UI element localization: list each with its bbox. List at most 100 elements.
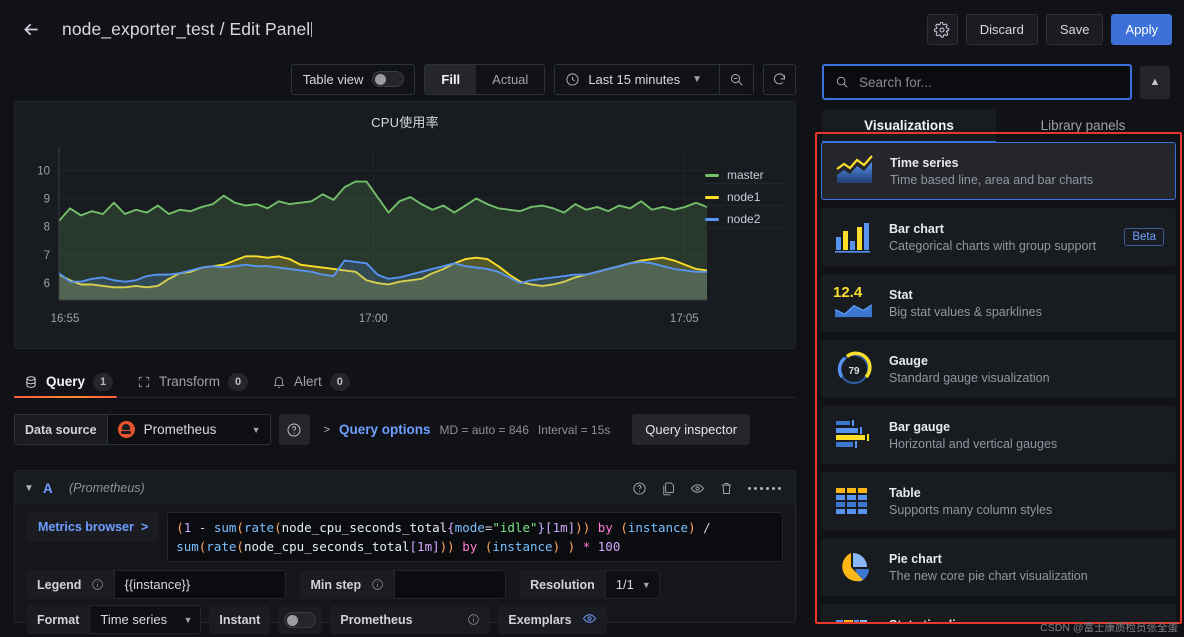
search-field[interactable] bbox=[822, 64, 1132, 100]
legend-swatch-node1 bbox=[705, 196, 719, 199]
time-range-picker[interactable]: Last 15 minutes ▼ bbox=[554, 64, 754, 95]
visualization-panel[interactable]: CPU使用率 67891016:5517:0017:05 master node… bbox=[14, 101, 796, 349]
promql-expression-input[interactable]: (1 - sum(rate(node_cpu_seconds_total{mod… bbox=[167, 512, 783, 562]
panel-toolbar: Table view Fill Actual Last 15 minutes ▼ bbox=[14, 58, 796, 100]
actual-option[interactable]: Actual bbox=[476, 64, 544, 95]
timeseries-chart: 67891016:5517:0017:05 bbox=[15, 131, 797, 336]
discard-button[interactable]: Discard bbox=[966, 14, 1038, 45]
query-inspector-button[interactable]: Query inspector bbox=[632, 414, 750, 445]
resolution-select[interactable]: 1/1 ▼ bbox=[605, 570, 660, 599]
legend-item[interactable]: node2 bbox=[705, 211, 787, 228]
legend-label: Legend bbox=[27, 570, 114, 599]
gauge-icon: 79 bbox=[833, 351, 877, 387]
query-options-expander[interactable]: > Query options MD = auto = 846 Interval… bbox=[324, 422, 611, 437]
viz-icon: 79 bbox=[833, 351, 877, 387]
y-axis-tick: 6 bbox=[44, 278, 50, 290]
switch-knob bbox=[287, 615, 298, 626]
table-view-switch[interactable] bbox=[372, 71, 404, 87]
info-circle-icon[interactable] bbox=[91, 578, 104, 591]
back-button[interactable] bbox=[8, 9, 54, 49]
table-view-label: Table view bbox=[303, 72, 364, 87]
table-view-toggle-group[interactable]: Table view bbox=[291, 64, 416, 95]
datasource-value: Prometheus bbox=[144, 422, 243, 437]
viz-description: Categorical charts with group support bbox=[889, 239, 1112, 253]
tab-query[interactable]: Query 1 bbox=[14, 366, 127, 397]
sidebar-search-row: ▲ bbox=[808, 58, 1184, 100]
query-row-actions bbox=[632, 481, 795, 496]
tab-transform[interactable]: Transform 0 bbox=[127, 366, 262, 397]
chevron-right-icon: > bbox=[141, 520, 148, 534]
fill-actual-options: Fill Actual bbox=[425, 64, 544, 95]
query-help-button[interactable] bbox=[632, 481, 647, 496]
legend-item[interactable]: master bbox=[705, 167, 787, 184]
search-input[interactable] bbox=[859, 75, 1119, 90]
viz-option-table[interactable]: TableSupports many column styles bbox=[821, 472, 1176, 530]
legend-swatch-master bbox=[705, 174, 719, 177]
zoom-out-button[interactable] bbox=[719, 64, 753, 95]
switch-knob bbox=[375, 74, 386, 85]
instant-switch[interactable] bbox=[278, 605, 322, 634]
format-select[interactable]: Time series ▼ bbox=[89, 605, 201, 634]
legend-item[interactable]: node1 bbox=[705, 189, 787, 206]
top-bar: node_exporter_test / Edit Panel Discard … bbox=[0, 0, 1184, 58]
clock-icon bbox=[565, 72, 580, 87]
breadcrumb-page: Edit Panel bbox=[230, 19, 311, 39]
hide-query-button[interactable] bbox=[690, 481, 705, 496]
viz-option-gauge[interactable]: 79GaugeStandard gauge visualization bbox=[821, 340, 1176, 398]
format-label: Format bbox=[27, 605, 89, 634]
editor-tabs: Query 1 Transform 0 Alert 0 bbox=[14, 366, 796, 398]
info-circle-icon[interactable] bbox=[467, 613, 480, 626]
top-bar-actions: Discard Save Apply bbox=[927, 14, 1172, 45]
arrow-left-icon bbox=[21, 19, 42, 40]
save-button[interactable]: Save bbox=[1046, 14, 1104, 45]
tab-alert[interactable]: Alert 0 bbox=[262, 366, 364, 397]
legend-input[interactable]: {{instance}} bbox=[114, 570, 286, 599]
stat-icon: 12.4 bbox=[833, 285, 877, 321]
viz-name: Stat bbox=[889, 288, 1164, 302]
collapse-sidebar-button[interactable]: ▲ bbox=[1140, 66, 1170, 99]
chevron-down-icon[interactable]: ▼ bbox=[15, 483, 43, 494]
viz-option-bar-chart[interactable]: Bar chartCategorical charts with group s… bbox=[821, 208, 1176, 266]
tab-count: 0 bbox=[330, 373, 350, 391]
min-step-input[interactable] bbox=[394, 570, 506, 599]
viz-texts: Stat Big stat values & sparklines bbox=[889, 288, 1164, 319]
x-axis-tick: 16:55 bbox=[51, 313, 80, 325]
viz-option-bar-gauge[interactable]: Bar gaugeHorizontal and vertical gauges bbox=[821, 406, 1176, 464]
duplicate-query-button[interactable] bbox=[661, 481, 676, 496]
chevron-right-icon: > bbox=[324, 424, 330, 436]
query-editor-card: ▼ A (Prometheus) bbox=[14, 470, 796, 623]
viz-option-pie-chart[interactable]: Pie chartThe new core pie chart visualiz… bbox=[821, 538, 1176, 596]
panel-settings-button[interactable] bbox=[927, 14, 958, 45]
exemplars-eye-wrap bbox=[582, 611, 597, 629]
resolution-label: Resolution bbox=[520, 570, 605, 599]
delete-query-button[interactable] bbox=[719, 481, 734, 496]
viz-description: Standard gauge visualization bbox=[889, 371, 1164, 385]
apply-button[interactable]: Apply bbox=[1111, 14, 1172, 45]
help-circle-icon bbox=[286, 422, 302, 438]
tab-label: Query bbox=[46, 374, 85, 389]
refresh-button[interactable] bbox=[763, 64, 796, 95]
exemplars-toggle[interactable]: Exemplars bbox=[498, 605, 606, 634]
page-title[interactable]: node_exporter_test / Edit Panel bbox=[62, 19, 312, 40]
info-circle-icon[interactable] bbox=[371, 578, 384, 591]
query-ref-id[interactable]: A bbox=[43, 481, 69, 496]
plot-area[interactable]: 67891016:5517:0017:05 master node1 node2 bbox=[15, 131, 797, 336]
resolution-value: 1/1 bbox=[616, 577, 634, 592]
format-instant-row: Format Time series ▼ Instant Prometheus … bbox=[27, 605, 783, 634]
viz-description: Big stat values & sparklines bbox=[889, 305, 1164, 319]
metrics-browser-button[interactable]: Metrics browser > bbox=[27, 512, 159, 542]
drag-handle-icon[interactable] bbox=[748, 487, 781, 490]
fill-option[interactable]: Fill bbox=[425, 64, 476, 95]
datasource-help-button[interactable] bbox=[279, 414, 310, 445]
stat-value-sample: 12.4 bbox=[833, 285, 877, 300]
viz-option-stat[interactable]: 12.4 Stat Big stat values & sparklines bbox=[821, 274, 1176, 332]
statetimeline-icon bbox=[833, 615, 877, 622]
datasource-picker[interactable]: Prometheus ▼ bbox=[107, 414, 271, 445]
time-range-label: Last 15 minutes bbox=[588, 72, 680, 87]
legend-minstep-row: Legend {{instance}} Min step Resolution … bbox=[27, 570, 783, 599]
exemplars-label-text: Exemplars bbox=[508, 613, 571, 627]
x-axis-tick: 17:00 bbox=[359, 313, 388, 325]
visualization-list[interactable]: Time seriesTime based line, area and bar… bbox=[817, 134, 1180, 622]
viz-option-time-series[interactable]: Time seriesTime based line, area and bar… bbox=[821, 142, 1176, 200]
viz-name: Table bbox=[889, 486, 1164, 500]
